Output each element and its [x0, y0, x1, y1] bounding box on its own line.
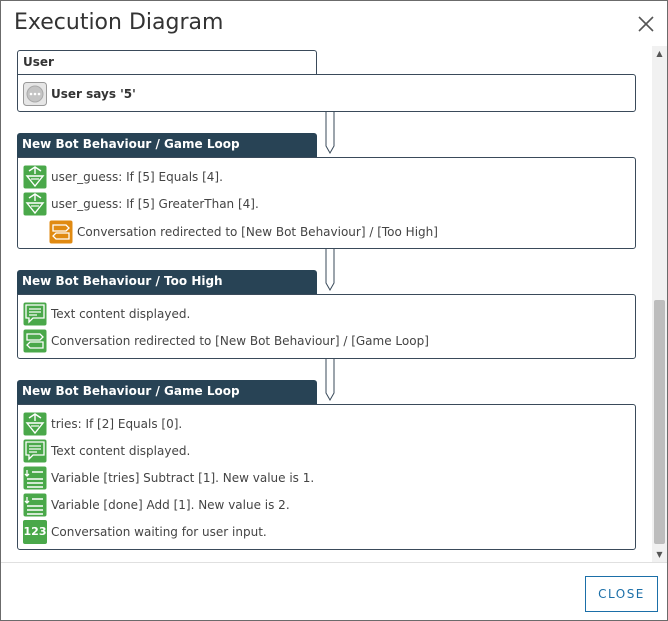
list-item: Conversation redirected to [New Bot Beha… [23, 329, 429, 353]
block-header-user: User [17, 50, 317, 75]
list-item: Text content displayed. [23, 302, 190, 326]
variable-icon [23, 493, 47, 517]
list-item: 123 Conversation waiting for user input. [23, 520, 267, 544]
text-content-icon [23, 439, 47, 463]
condition-icon [23, 192, 47, 216]
text-content-icon [23, 302, 47, 326]
execution-diagram-dialog: Execution Diagram User User says '5' New… [0, 0, 668, 621]
condition-icon [23, 165, 47, 189]
dialog-title: Execution Diagram [14, 10, 224, 35]
block-header-too-high: New Bot Behaviour / Too High [17, 270, 317, 295]
list-item: user_guess: If [5] GreaterThan [4]. [23, 192, 259, 216]
list-item: Conversation redirected to [New Bot Beha… [49, 220, 438, 244]
close-button[interactable]: CLOSE [585, 576, 658, 612]
list-item: Text content displayed. [23, 439, 190, 463]
row-text: Variable [tries] Subtract [1]. New value… [51, 471, 315, 485]
scrollbar-thumb[interactable] [654, 300, 665, 544]
close-x-icon[interactable] [635, 13, 657, 35]
row-text: user_guess: If [5] Equals [4]. [51, 170, 223, 184]
row-text: Conversation waiting for user input. [51, 525, 267, 539]
scroll-up-icon[interactable]: ▲ [652, 46, 667, 61]
list-item: Variable [done] Add [1]. New value is 2. [23, 493, 290, 517]
list-item: User says '5' [23, 82, 136, 106]
redirect-icon [23, 329, 47, 353]
redirect-icon [49, 220, 73, 244]
scroll-down-icon[interactable]: ▼ [652, 547, 667, 562]
block-header-game-loop-2: New Bot Behaviour / Game Loop [17, 380, 317, 405]
row-text: Conversation redirected to [New Bot Beha… [51, 334, 429, 348]
block-header-game-loop: New Bot Behaviour / Game Loop [17, 133, 317, 158]
variable-icon [23, 466, 47, 490]
flow-connector [323, 112, 337, 155]
flow-connector [323, 359, 337, 402]
numeric-input-icon: 123 [23, 520, 47, 544]
list-item: user_guess: If [5] Equals [4]. [23, 165, 223, 189]
row-text: User says '5' [51, 87, 136, 101]
list-item: Variable [tries] Subtract [1]. New value… [23, 466, 314, 490]
flow-connector [323, 249, 337, 292]
user-chat-icon [23, 82, 47, 106]
row-text: Conversation redirected to [New Bot Beha… [77, 225, 438, 239]
row-text: Text content displayed. [51, 307, 191, 321]
row-text: user_guess: If [5] GreaterThan [4]. [51, 197, 259, 211]
dialog-header: Execution Diagram [1, 1, 667, 46]
row-text: Variable [done] Add [1]. New value is 2. [51, 498, 290, 512]
list-item: tries: If [2] Equals [0]. [23, 412, 182, 436]
vertical-scrollbar[interactable]: ▲ ▼ [652, 46, 667, 562]
row-text: Text content displayed. [51, 444, 191, 458]
condition-icon [23, 412, 47, 436]
dialog-footer: CLOSE [1, 562, 667, 620]
row-text: tries: If [2] Equals [0]. [51, 417, 183, 431]
diagram-scroll-area[interactable]: User User says '5' New Bot Behaviour / G… [1, 46, 667, 562]
